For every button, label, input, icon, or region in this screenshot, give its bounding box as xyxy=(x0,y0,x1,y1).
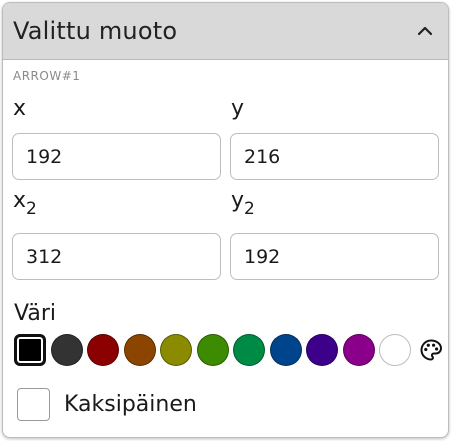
double-sided-label: Kaksipäinen xyxy=(64,392,197,417)
shape-id-label: ARROW#1 xyxy=(13,69,81,83)
double-sided-option[interactable]: Kaksipäinen xyxy=(17,388,197,421)
color-swatch[interactable] xyxy=(196,334,229,366)
chevron-up-icon[interactable] xyxy=(414,20,436,42)
color-swatch[interactable] xyxy=(306,334,338,366)
y-input[interactable] xyxy=(230,133,439,180)
panel-header[interactable]: Valittu muoto xyxy=(3,3,448,60)
double-sided-checkbox[interactable] xyxy=(17,388,50,421)
color-swatch[interactable] xyxy=(123,334,156,366)
x2-input[interactable] xyxy=(12,233,221,280)
color-swatch[interactable] xyxy=(269,334,302,366)
color-swatch[interactable] xyxy=(342,334,375,366)
y-label: y xyxy=(231,96,245,121)
x2-label: x2 xyxy=(13,188,37,219)
color-swatch[interactable] xyxy=(50,334,83,366)
panel-title: Valittu muoto xyxy=(13,17,178,45)
color-swatches xyxy=(14,333,444,367)
color-swatch[interactable] xyxy=(87,334,119,366)
palette-icon[interactable] xyxy=(418,337,444,363)
y2-label: y2 xyxy=(231,188,255,219)
color-swatch[interactable] xyxy=(160,334,192,366)
color-swatch[interactable] xyxy=(14,334,46,366)
color-label: Väri xyxy=(14,301,56,326)
color-swatch[interactable] xyxy=(233,334,265,366)
x-input[interactable] xyxy=(12,133,221,180)
color-swatch[interactable] xyxy=(379,334,411,366)
selected-shape-panel: Valittu muoto ARROW#1 x y x2 y2 Väri Kak… xyxy=(2,2,449,438)
y2-input[interactable] xyxy=(230,233,439,280)
x-label: x xyxy=(13,96,27,121)
